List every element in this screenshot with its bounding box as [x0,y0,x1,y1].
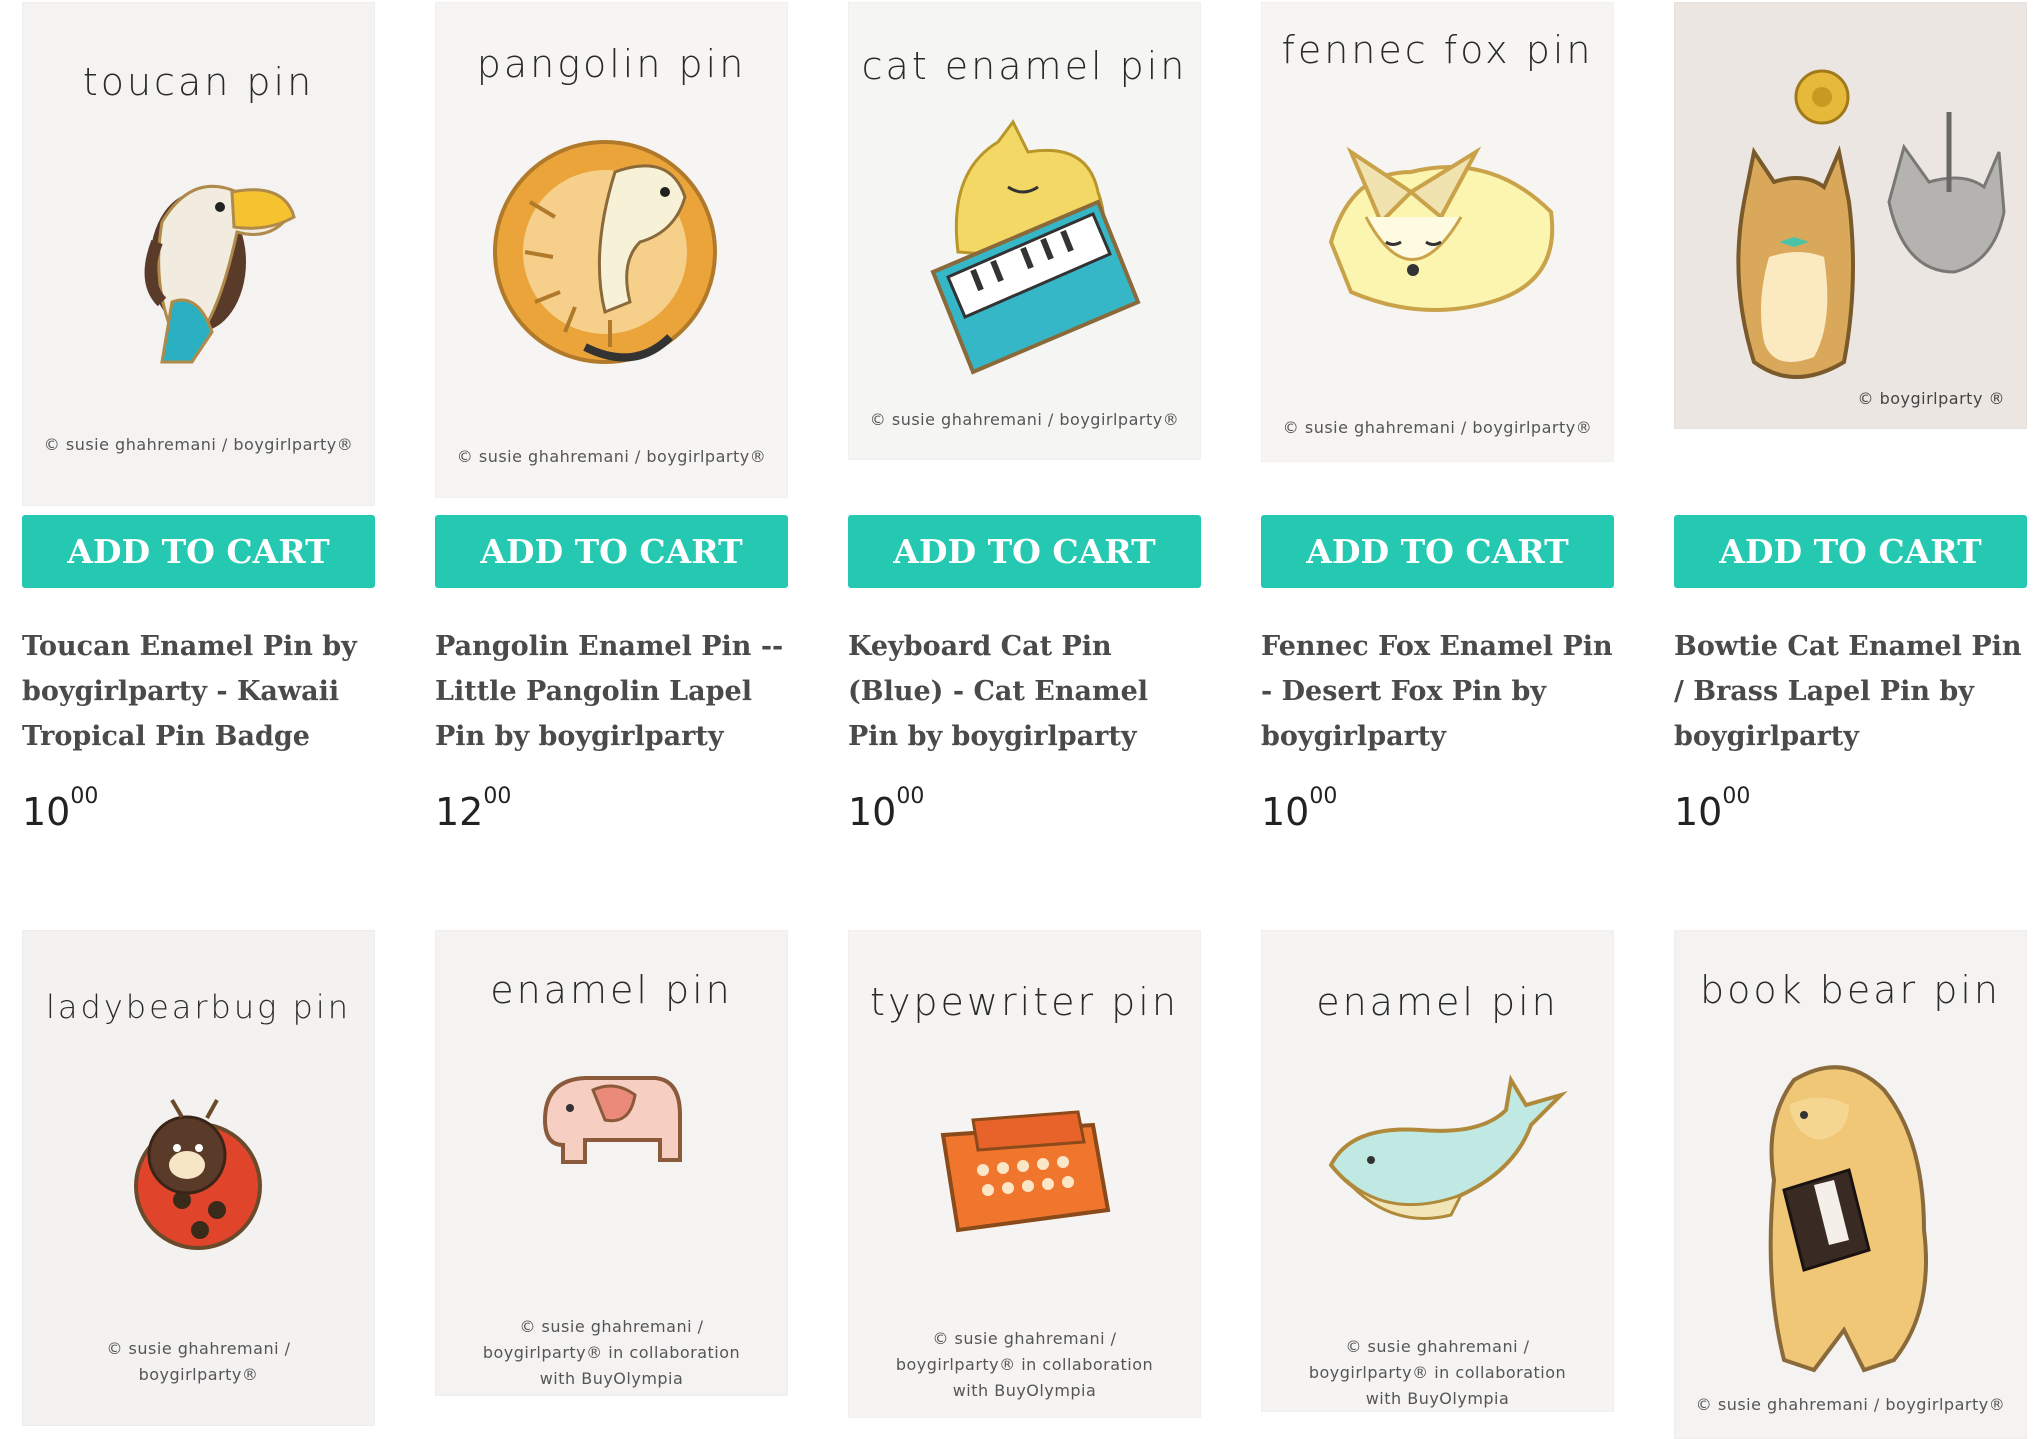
add-to-cart-button[interactable]: ADD TO CART [1674,515,2027,588]
product-image-copyright: © susie ghahremani / boygirlparty® in co… [895,1329,1154,1400]
product-price: 1000 [848,784,924,834]
product-image-copyright: © susie ghahremani / boygirlparty® [1282,418,1593,437]
price-whole: 10 [848,790,897,834]
fennec-fox-pin-icon [1328,146,1555,312]
product-image[interactable]: ladybearbug pin © susie ghahremani / boy… [22,930,375,1426]
product-image[interactable]: fennec fox pin © susie ghahremani / boyg… [1261,2,1614,462]
price-cents: 00 [70,784,99,809]
product-grid: toucan pin © susie ghahremani / boygirlp… [0,0,2035,1439]
product-image[interactable]: enamel pin © susie ghahremani / boygirlp… [435,930,788,1396]
product-image-copyright: © boygirlparty ® [1857,389,2005,408]
add-to-cart-button[interactable]: ADD TO CART [22,515,375,588]
price-whole: 12 [435,790,484,834]
product-title-link[interactable]: Fennec Fox Enamel Pin - Desert Fox Pin b… [1261,624,1614,759]
product-price: 1200 [435,784,511,834]
book-bear-pin-icon [1768,1065,1928,1373]
add-to-cart-button[interactable]: ADD TO CART [435,515,788,588]
price-whole: 10 [22,790,71,834]
price-whole: 10 [1261,790,1310,834]
product-card: enamel pin © susie ghahremani / boygirlp… [1261,930,1614,1412]
price-cents: 00 [483,784,512,809]
price-cents: 00 [1309,784,1338,809]
product-image-copyright: © susie ghahremani / boygirlparty® in co… [1308,1337,1567,1408]
product-card: © boygirlparty ® ADD TO CART Bowtie Cat … [1674,2,2027,834]
product-title-link[interactable]: Bowtie Cat Enamel Pin / Brass Lapel Pin … [1674,624,2027,759]
product-card: book bear pin © susie ghahremani / boygi… [1674,930,2027,1439]
product-price: 1000 [1261,784,1337,834]
product-card: pangolin pin © susie ghahremani / boygir… [435,2,788,834]
product-image[interactable]: pangolin pin © susie ghahremani / boygir… [435,2,788,498]
product-title-link[interactable]: Keyboard Cat Pin (Blue) - Cat Enamel Pin… [848,624,1201,759]
product-image[interactable]: enamel pin © susie ghahremani / boygirlp… [1261,930,1614,1412]
product-image-copyright: © susie ghahremani / boygirlparty® in co… [482,1317,741,1388]
product-card: ladybearbug pin © susie ghahremani / boy… [22,930,375,1426]
product-price: 1000 [1674,784,1750,834]
product-image-copyright: © susie ghahremani / boygirlparty® [456,447,767,466]
product-image[interactable]: typewriter pin © susie ghahremani / boyg… [848,930,1201,1418]
product-title-link[interactable]: Toucan Enamel Pin by boygirlparty - Kawa… [22,624,375,759]
bowtie-cat-pin-icon [1736,69,2006,379]
product-card: enamel pin © susie ghahremani / boygirlp… [435,930,788,1396]
add-to-cart-button[interactable]: ADD TO CART [848,515,1201,588]
product-image-copyright: © susie ghahremani / boygirlparty® [106,1339,291,1384]
keyboard-cat-pin-icon [930,119,1141,375]
product-title-link[interactable]: Pangolin Enamel Pin -- Little Pangolin L… [435,624,788,759]
product-image-copyright: © susie ghahremani / boygirlparty® [1695,1395,2006,1414]
product-image[interactable]: © boygirlparty ® [1674,2,2027,429]
product-image[interactable]: cat enamel pin © susie ghahremani / boyg… [848,2,1201,460]
product-image-copyright: © susie ghahremani / boygirlparty® [43,435,354,454]
price-cents: 00 [1722,784,1751,809]
product-image[interactable]: toucan pin © susie ghahremani / boygirlp… [22,2,375,506]
product-card: toucan pin © susie ghahremani / boygirlp… [22,2,375,834]
product-card: typewriter pin © susie ghahremani / boyg… [848,930,1201,1418]
product-image[interactable]: book bear pin © susie ghahremani / boygi… [1674,930,2027,1439]
price-cents: 00 [896,784,925,809]
toucan-pin-icon [144,184,296,364]
product-image-copyright: © susie ghahremani / boygirlparty® [869,410,1180,429]
add-to-cart-button[interactable]: ADD TO CART [1261,515,1614,588]
product-price: 1000 [22,784,98,834]
product-card: cat enamel pin © susie ghahremani / boyg… [848,2,1201,834]
price-whole: 10 [1674,790,1723,834]
product-card: fennec fox pin © susie ghahremani / boyg… [1261,2,1614,834]
pangolin-pin-icon [493,140,717,364]
